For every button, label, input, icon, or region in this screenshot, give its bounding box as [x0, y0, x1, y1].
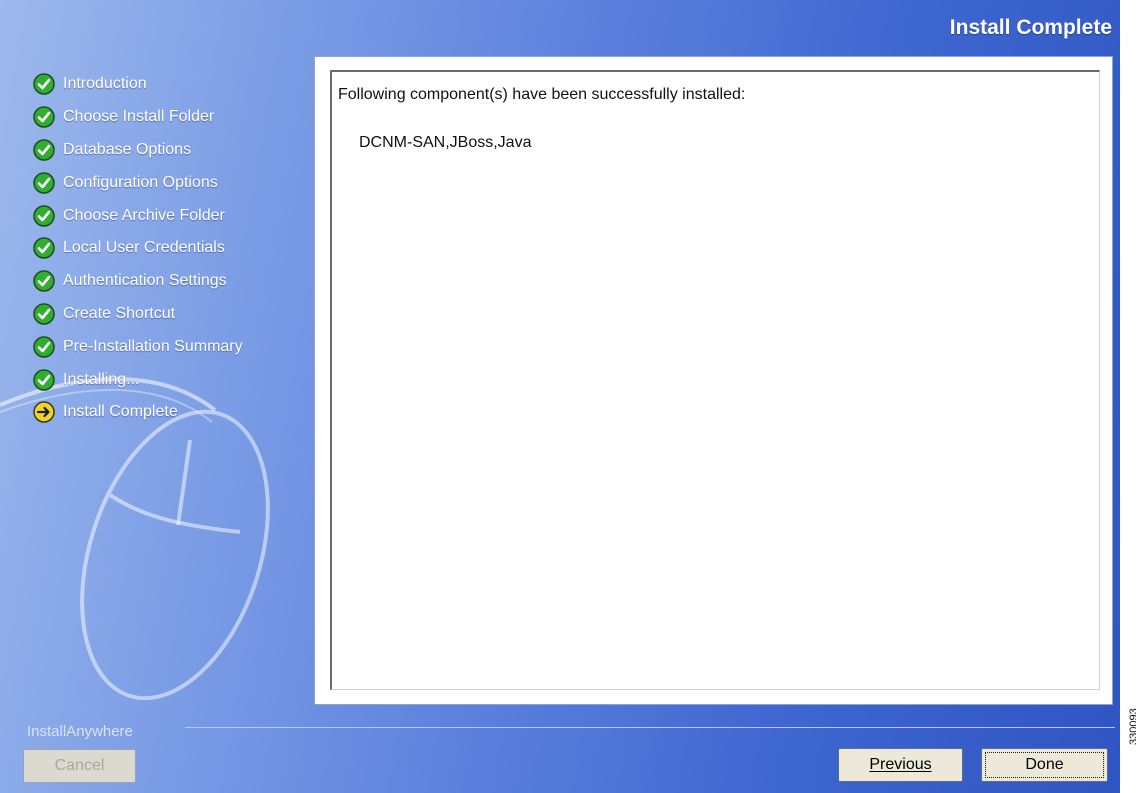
check-circle-icon	[33, 303, 55, 325]
step-label: Introduction	[63, 75, 147, 93]
previous-button[interactable]: Previous	[838, 748, 963, 782]
content-panel: Following component(s) have been success…	[330, 70, 1100, 690]
success-message: Following component(s) have been success…	[338, 86, 746, 103]
step-item-current: Install Complete	[33, 396, 243, 429]
figure-id: 330093	[1128, 708, 1136, 745]
step-item: Local User Credentials	[33, 232, 243, 265]
step-item: Pre-Installation Summary	[33, 330, 243, 363]
step-label: Install Complete	[63, 403, 178, 421]
cancel-button[interactable]: Cancel	[23, 749, 136, 783]
step-label: Choose Archive Folder	[63, 206, 225, 224]
check-circle-icon	[33, 336, 55, 358]
previous-button-label: Previous	[869, 756, 932, 773]
done-button[interactable]: Done	[981, 748, 1108, 782]
step-label: Create Shortcut	[63, 304, 176, 322]
check-circle-icon	[33, 139, 55, 161]
step-label: Local User Credentials	[63, 239, 225, 257]
check-circle-icon	[33, 237, 55, 260]
check-circle-icon	[33, 106, 55, 128]
check-circle-icon	[33, 172, 55, 194]
installed-components: DCNM-SAN,JBoss,Java	[359, 134, 532, 151]
steps-list: Introduction Choose Install Folder Datab…	[33, 68, 243, 429]
focus-ring: Done	[985, 752, 1104, 778]
check-circle-icon	[33, 270, 55, 292]
content-frame: Following component(s) have been success…	[314, 56, 1113, 705]
cancel-button-label: Cancel	[54, 757, 105, 774]
step-item: Installing...	[33, 363, 243, 396]
step-item: Create Shortcut	[33, 298, 243, 331]
step-label: Choose Install Folder	[63, 108, 215, 126]
brand-label: InstallAnywhere	[27, 723, 133, 740]
done-button-label: Done	[1025, 756, 1064, 773]
step-item: Choose Archive Folder	[33, 199, 243, 232]
check-circle-icon	[33, 368, 55, 391]
installer-window: Install Complete Introduction Choose Ins…	[0, 0, 1120, 793]
footer-divider	[185, 727, 1115, 728]
check-circle-icon	[33, 73, 55, 96]
check-circle-icon	[33, 204, 55, 227]
page-title: Install Complete	[949, 16, 1112, 39]
step-item: Choose Install Folder	[33, 101, 243, 134]
arrow-right-circle-icon	[33, 401, 55, 424]
step-item: Introduction	[33, 68, 243, 101]
step-label: Authentication Settings	[63, 272, 227, 290]
step-item: Authentication Settings	[33, 265, 243, 298]
step-item: Configuration Options	[33, 166, 243, 199]
step-item: Database Options	[33, 134, 243, 167]
step-label: Configuration Options	[63, 173, 218, 191]
step-label: Database Options	[63, 140, 192, 158]
step-label: Pre-Installation Summary	[63, 337, 243, 355]
step-label: Installing...	[63, 370, 140, 388]
